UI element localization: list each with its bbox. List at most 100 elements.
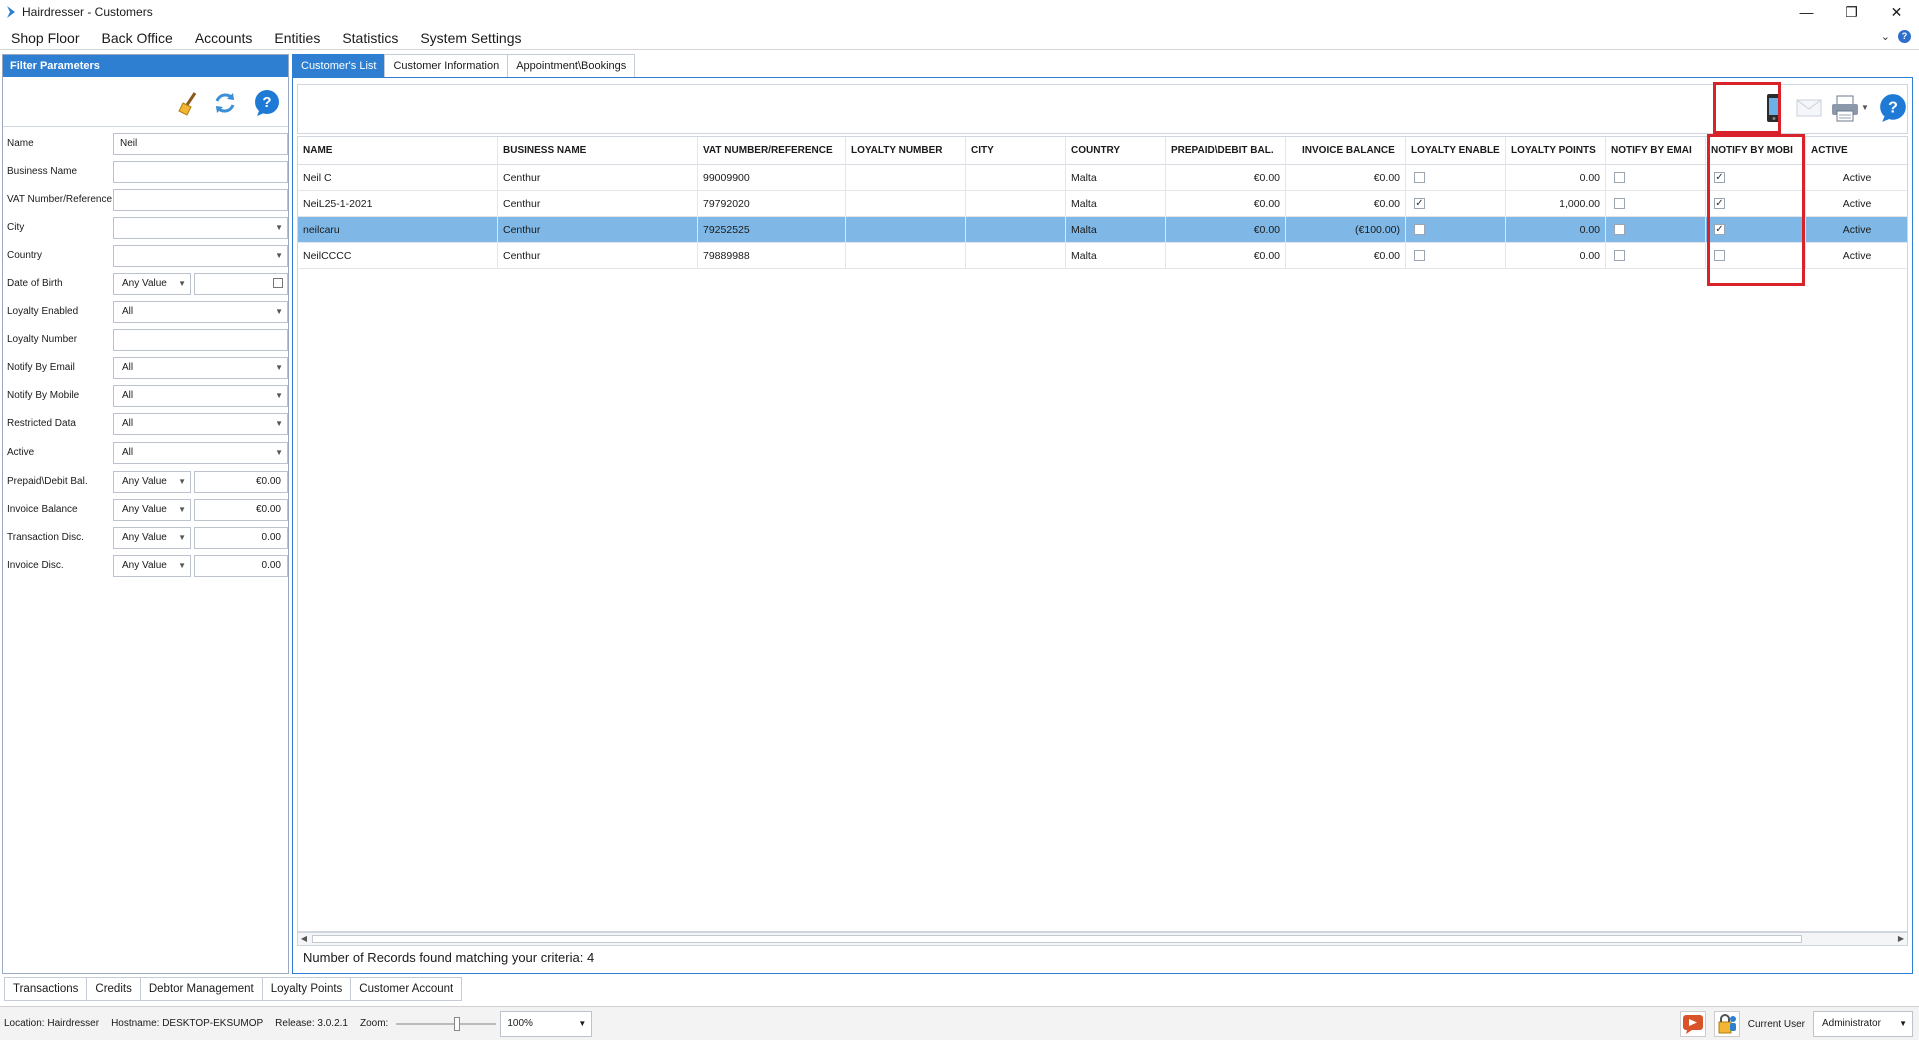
col-header-active[interactable]: ACTIVE: [1806, 137, 1907, 165]
notify-email-select[interactable]: All ▼: [113, 357, 288, 379]
current-user-select[interactable]: Administrator ▼: [1813, 1011, 1913, 1037]
dropdown-arrow-icon: ▼: [275, 251, 283, 260]
close-button[interactable]: ✕: [1874, 0, 1919, 24]
city-select[interactable]: ▼: [113, 217, 288, 239]
scroll-right-icon[interactable]: ▶: [1895, 933, 1907, 945]
messages-button[interactable]: [1679, 1011, 1706, 1037]
filter-row-active: Active All ▼: [3, 441, 290, 465]
table-row[interactable]: NeiL25-1-2021 Centhur 79792020 Malta €0.00 €0…: [298, 191, 1907, 217]
tab-customer-account[interactable]: Customer Account: [350, 977, 463, 1001]
release-label-text: Release:: [275, 1018, 315, 1029]
tab-debtor-management[interactable]: Debtor Management: [139, 977, 263, 1001]
col-header-loyalty-number[interactable]: LOYALTY NUMBER: [846, 137, 966, 165]
menu-shop-floor[interactable]: Shop Floor: [0, 26, 90, 50]
col-header-business-name[interactable]: BUSINESS NAME: [498, 137, 698, 165]
checkbox[interactable]: [1614, 172, 1625, 183]
table-row[interactable]: NeilCCCC Centhur 79889988 Malta €0.00 €0.00 0.…: [298, 243, 1907, 269]
menu-back-office[interactable]: Back Office: [90, 26, 183, 50]
cell-active: Active: [1806, 217, 1907, 243]
cell-country: Malta: [1066, 217, 1166, 243]
tab-customers-list[interactable]: Customer's List: [292, 54, 386, 78]
menu-accounts[interactable]: Accounts: [184, 26, 264, 50]
notify-email-label: Notify By Email: [7, 362, 75, 373]
business-name-label: Business Name: [7, 166, 78, 177]
col-header-vat[interactable]: VAT NUMBER/REFERENCE: [698, 137, 846, 165]
loyalty-enabled-label: Loyalty Enabled: [7, 306, 79, 317]
print-dropdown-arrow-icon[interactable]: ▼: [1861, 103, 1869, 112]
filter-row-invoice-disc: Invoice Disc. Any Value ▼ 0.00: [3, 554, 290, 578]
location-label: Location: Hairdresser: [4, 1018, 99, 1029]
zoom-slider-knob[interactable]: [454, 1016, 461, 1031]
table-row[interactable]: Neil C Centhur 99009900 Malta €0.00 €0.00 0.00…: [298, 165, 1907, 191]
loyalty-enabled-select[interactable]: All ▼: [113, 301, 288, 323]
dob-select[interactable]: Any Value ▼: [113, 273, 191, 295]
invoice-balance-label: Invoice Balance: [7, 504, 78, 515]
tab-credits[interactable]: Credits: [86, 977, 141, 1001]
help-button[interactable]: ?: [1876, 91, 1910, 125]
vat-input[interactable]: [113, 189, 288, 211]
tab-appointment-bookings[interactable]: Appointment\Bookings: [507, 54, 636, 78]
cell-prepaid: €0.00: [1166, 191, 1286, 217]
business-name-input[interactable]: [113, 161, 288, 183]
help-icon[interactable]: ?: [253, 89, 281, 117]
checkbox[interactable]: [1414, 224, 1425, 235]
prepaid-select[interactable]: Any Value ▼: [113, 471, 191, 493]
checkbox[interactable]: [1614, 198, 1625, 209]
col-header-loyalty-enable[interactable]: LOYALTY ENABLE: [1406, 137, 1506, 165]
horizontal-scrollbar[interactable]: ◀ ▶: [297, 932, 1908, 946]
col-header-notify-email[interactable]: NOTIFY BY EMAI: [1606, 137, 1706, 165]
checkbox[interactable]: [1614, 224, 1625, 235]
country-select[interactable]: ▼: [113, 245, 288, 267]
transaction-disc-select[interactable]: Any Value ▼: [113, 527, 191, 549]
tab-loyalty-points[interactable]: Loyalty Points: [261, 977, 352, 1001]
name-label: Name: [7, 138, 34, 149]
restricted-select[interactable]: All ▼: [113, 413, 288, 435]
active-select[interactable]: All ▼: [113, 442, 288, 464]
clear-broom-icon[interactable]: [175, 89, 203, 117]
invoice-balance-select[interactable]: Any Value ▼: [113, 499, 191, 521]
cell-active: Active: [1806, 191, 1907, 217]
calendar-icon[interactable]: [273, 278, 283, 288]
col-header-prepaid[interactable]: PREPAID\DEBIT BAL.: [1166, 137, 1286, 165]
loyalty-number-input[interactable]: [113, 329, 288, 351]
scrollbar-thumb[interactable]: [312, 935, 1802, 943]
filter-row-dob: Date of Birth Any Value ▼: [3, 272, 290, 296]
prepaid-amount-input[interactable]: €0.00: [194, 471, 288, 493]
minimize-button[interactable]: —: [1784, 0, 1829, 24]
checkbox[interactable]: [1414, 172, 1425, 183]
menu-entities[interactable]: Entities: [263, 26, 331, 50]
invoice-balance-amount-input[interactable]: €0.00: [194, 499, 288, 521]
checkbox[interactable]: ✓: [1414, 198, 1425, 209]
cell-loyalty-points: 0.00: [1506, 217, 1606, 243]
refresh-icon[interactable]: [211, 89, 239, 117]
checkbox[interactable]: [1614, 250, 1625, 261]
print-button[interactable]: [1828, 91, 1862, 125]
menu-system-settings[interactable]: System Settings: [409, 26, 532, 50]
help-icon[interactable]: ?: [1898, 30, 1911, 43]
col-header-name[interactable]: NAME: [298, 137, 498, 165]
invoice-disc-select[interactable]: Any Value ▼: [113, 555, 191, 577]
email-button[interactable]: [1792, 91, 1826, 125]
checkbox[interactable]: [1414, 250, 1425, 261]
scroll-left-icon[interactable]: ◀: [298, 933, 310, 945]
restore-button[interactable]: ❐: [1829, 0, 1874, 24]
col-header-invoice-balance[interactable]: INVOICE BALANCE: [1286, 137, 1406, 165]
user-lock-button[interactable]: [1713, 1011, 1740, 1037]
loyalty-number-label: Loyalty Number: [7, 334, 78, 345]
table-row[interactable]: neilcaru Centhur 79252525 Malta €0.00 (€100.0…: [298, 217, 1907, 243]
dob-date-input[interactable]: [194, 273, 288, 295]
invoice-disc-amount-input[interactable]: 0.00: [194, 555, 288, 577]
zoom-select[interactable]: 100% ▼: [500, 1010, 593, 1037]
tab-transactions[interactable]: Transactions: [4, 977, 88, 1001]
notify-mobile-select[interactable]: All ▼: [113, 385, 288, 407]
col-header-city[interactable]: CITY: [966, 137, 1066, 165]
chevron-down-icon[interactable]: ⌄: [1881, 30, 1890, 43]
tab-customer-information[interactable]: Customer Information: [384, 54, 509, 78]
name-input[interactable]: Neil: [113, 133, 288, 155]
transaction-disc-amount-input[interactable]: 0.00: [194, 527, 288, 549]
zoom-slider[interactable]: [396, 1014, 497, 1034]
transaction-disc-value: Any Value: [122, 532, 167, 543]
menu-statistics[interactable]: Statistics: [331, 26, 409, 50]
col-header-country[interactable]: COUNTRY: [1066, 137, 1166, 165]
col-header-loyalty-points[interactable]: LOYALTY POINTS: [1506, 137, 1606, 165]
